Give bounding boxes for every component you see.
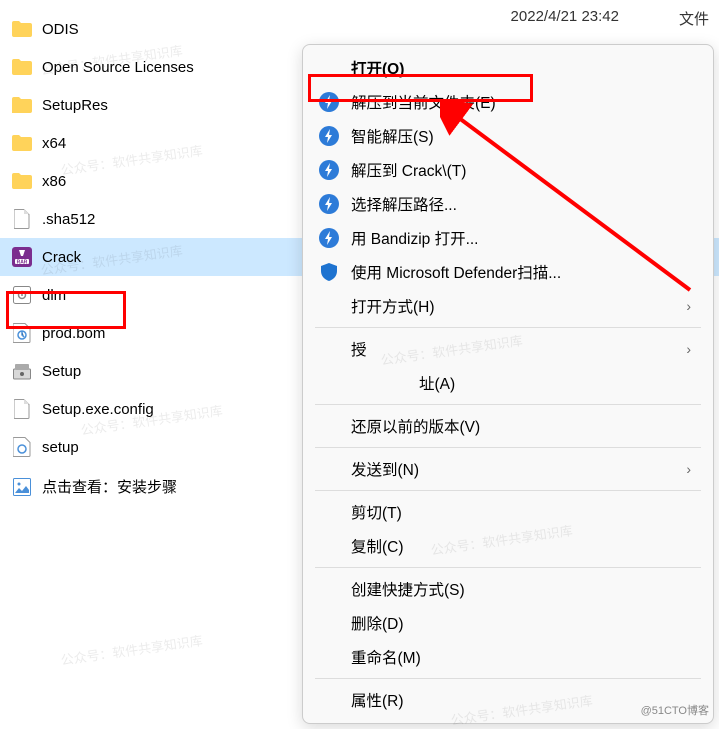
menu-delete[interactable]: 删除(D) [303,606,713,640]
folder-icon [12,96,32,114]
menu-separator [315,327,701,328]
watermark: 公众号：软件共享知识库 [59,630,203,669]
blank-icon [319,613,339,633]
file-name: Crack [42,249,81,266]
blank-icon [319,58,339,78]
menu-extract-here[interactable]: 解压到当前文件夹(E) [303,85,713,119]
menu-separator [315,447,701,448]
menu-label: 复制(C) [351,535,697,557]
bandizip-lightning-icon [319,126,339,146]
menu-label: 创建快捷方式(S) [351,578,697,600]
folder-icon [12,58,32,76]
file-name: Setup [42,363,81,380]
type-col: 文件 [679,8,709,29]
menu-label: 打开方式(H) [351,295,674,317]
setup-icon [12,362,32,380]
menu-label: 解压到 Crack\(T) [351,159,697,181]
menu-label: 剪切(T) [351,501,697,523]
menu-cut[interactable]: 剪切(T) [303,495,713,529]
menu-defender[interactable]: 使用 Microsoft Defender扫描... [303,255,713,289]
menu-label: 选择解压路径... [351,193,697,215]
blank-icon [319,502,339,522]
menu-open-with[interactable]: 打开方式(H) › [303,289,713,323]
menu-grant-access[interactable]: 授› [303,332,713,366]
menu-label: 使用 Microsoft Defender扫描... [351,261,697,283]
blank-icon [319,690,339,710]
defender-shield-icon [319,262,339,282]
header-row: 2022/4/21 23:42 文件 [511,8,709,29]
bandizip-lightning-icon [319,160,339,180]
folder-icon [12,172,32,190]
file-name: 点击查看：安装步骤 [42,476,177,497]
file-name: setup [42,439,79,456]
menu-label: 用 Bandizip 打开... [351,227,697,249]
date-text: 2022/4/21 23:42 [511,8,619,29]
menu-separator [315,404,701,405]
menu-label: 还原以前的版本(V) [351,415,697,437]
menu-label: 重命名(M) [351,646,697,668]
file-name: prod.bom [42,325,105,342]
menu-label: 删除(D) [351,612,697,634]
blank-icon [319,579,339,599]
chevron-right-icon: › [686,461,691,477]
folder-icon [12,134,32,152]
menu-pin[interactable]: 址(A) [303,366,713,400]
file-name: .sha512 [42,211,95,228]
blank-icon [319,536,339,556]
svg-text:RAR: RAR [17,260,28,266]
bandizip-lightning-icon [319,228,339,248]
blank-icon [319,339,339,359]
blank-icon [319,416,339,436]
menu-label: 址(A) [351,372,697,394]
menu-copy[interactable]: 复制(C) [303,529,713,563]
menu-label: 授 [351,338,674,360]
config-icon [12,286,32,304]
menu-label: 智能解压(S) [351,125,697,147]
blank-icon [319,373,339,393]
file-name: Open Source Licenses [42,59,194,76]
file-name: dlm [42,287,66,304]
menu-restore[interactable]: 还原以前的版本(V) [303,409,713,443]
menu-label: 打开(O) [351,57,697,79]
menu-shortcut[interactable]: 创建快捷方式(S) [303,572,713,606]
menu-rename[interactable]: 重命名(M) [303,640,713,674]
bandizip-lightning-icon [319,92,339,112]
menu-choose-path[interactable]: 选择解压路径... [303,187,713,221]
blank-icon [319,296,339,316]
image-icon [12,478,32,496]
blank-icon [319,459,339,479]
file-name: x86 [42,173,66,190]
file-name: x64 [42,135,66,152]
menu-separator [315,567,701,568]
bom-icon [12,438,32,456]
document-icon [12,400,32,418]
bom-icon [12,324,32,342]
archive-icon: RAR [12,248,32,266]
chevron-right-icon: › [686,298,691,314]
menu-open[interactable]: 打开(O) [303,51,713,85]
file-name: Setup.exe.config [42,401,154,418]
credit-text: @51CTO博客 [641,702,709,718]
menu-send-to[interactable]: 发送到(N) › [303,452,713,486]
menu-label: 解压到当前文件夹(E) [351,91,697,113]
menu-separator [315,678,701,679]
menu-open-bandizip[interactable]: 用 Bandizip 打开... [303,221,713,255]
file-name: SetupRes [42,97,108,114]
context-menu: 打开(O) 解压到当前文件夹(E) 智能解压(S) 解压到 Crack\(T) … [302,44,714,724]
menu-extract-to-crack[interactable]: 解压到 Crack\(T) [303,153,713,187]
menu-separator [315,490,701,491]
file-name: ODIS [42,21,79,38]
menu-smart-extract[interactable]: 智能解压(S) [303,119,713,153]
blank-icon [319,647,339,667]
document-icon [12,210,32,228]
menu-label: 发送到(N) [351,458,674,480]
chevron-right-icon: › [686,341,691,357]
folder-icon [12,20,32,38]
bandizip-lightning-icon [319,194,339,214]
